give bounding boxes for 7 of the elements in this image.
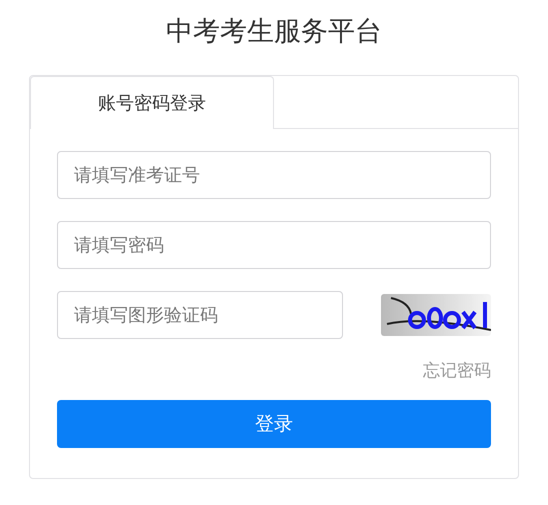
forgot-password-link[interactable]: 忘记密码	[423, 359, 491, 382]
exam-number-field[interactable]: 请填写准考证号	[57, 151, 491, 199]
login-tab[interactable]: 账号密码登录	[30, 76, 274, 129]
password-field[interactable]: 请填写密码	[57, 221, 491, 269]
page-title: 中考考生服务平台	[166, 15, 382, 49]
captcha-field[interactable]: 请填写图形验证码	[57, 291, 343, 339]
login-button[interactable]: 登录	[57, 400, 491, 448]
